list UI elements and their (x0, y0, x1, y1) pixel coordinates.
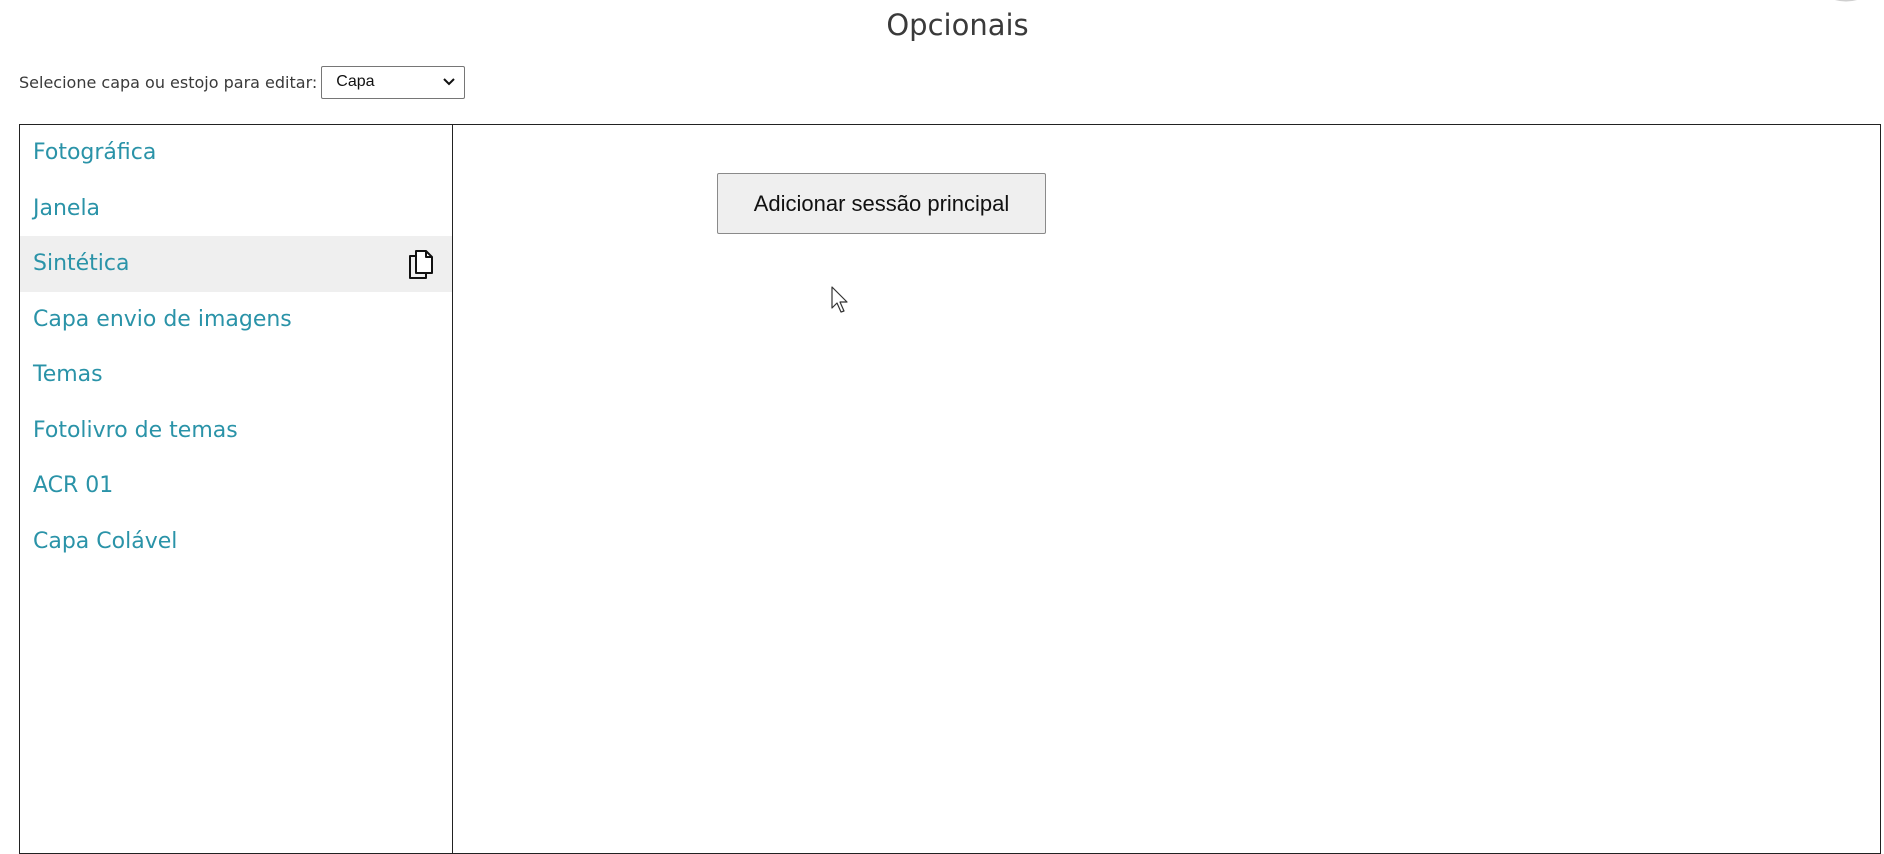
sidebar-item-label: Temas (33, 362, 103, 388)
sidebar-item-label: Sintética (33, 251, 130, 277)
sidebar-item-label: Capa envio de imagens (33, 306, 292, 332)
sidebar-item-label: Capa Colável (33, 528, 178, 554)
sidebar-item-temas[interactable]: Temas (20, 347, 452, 403)
sidebar-item-acr-01[interactable]: ACR 01 (20, 458, 452, 514)
cover-select-dropdown[interactable]: Capa (321, 65, 466, 99)
editor-frame: Fotográfica Janela Sintética Capa envio … (19, 124, 1881, 854)
sidebar-item-fotografica[interactable]: Fotográfica (20, 125, 452, 181)
sidebar-item-janela[interactable]: Janela (20, 181, 452, 237)
cover-selector-row: Selecione capa ou estojo para editar: Ca… (19, 65, 466, 99)
copy-icon[interactable] (407, 248, 435, 280)
page-title: Opcionais (886, 8, 1029, 42)
chevron-down-icon (442, 75, 456, 89)
cover-select-value: Capa (336, 73, 375, 90)
sidebar-item-label: Fotolivro de temas (33, 417, 238, 443)
sidebar-item-fotolivro-de-temas[interactable]: Fotolivro de temas (20, 403, 452, 459)
sidebar-item-sintetica[interactable]: Sintética (20, 236, 452, 292)
mouse-cursor-icon (831, 286, 848, 313)
sidebar-item-label: Fotográfica (33, 140, 157, 166)
corner-decoration (1835, 0, 1857, 2)
cover-selector-label: Selecione capa ou estojo para editar: (19, 72, 318, 92)
sidebar-item-capa-envio-de-imagens[interactable]: Capa envio de imagens (20, 292, 452, 348)
add-main-session-button[interactable]: Adicionar sessão principal (717, 173, 1046, 234)
sidebar-item-label: ACR 01 (33, 473, 114, 499)
main-content-area: Adicionar sessão principal (453, 125, 1880, 853)
cover-type-sidebar: Fotográfica Janela Sintética Capa envio … (20, 125, 453, 853)
sidebar-item-capa-colavel[interactable]: Capa Colável (20, 514, 452, 570)
sidebar-item-label: Janela (33, 195, 101, 221)
